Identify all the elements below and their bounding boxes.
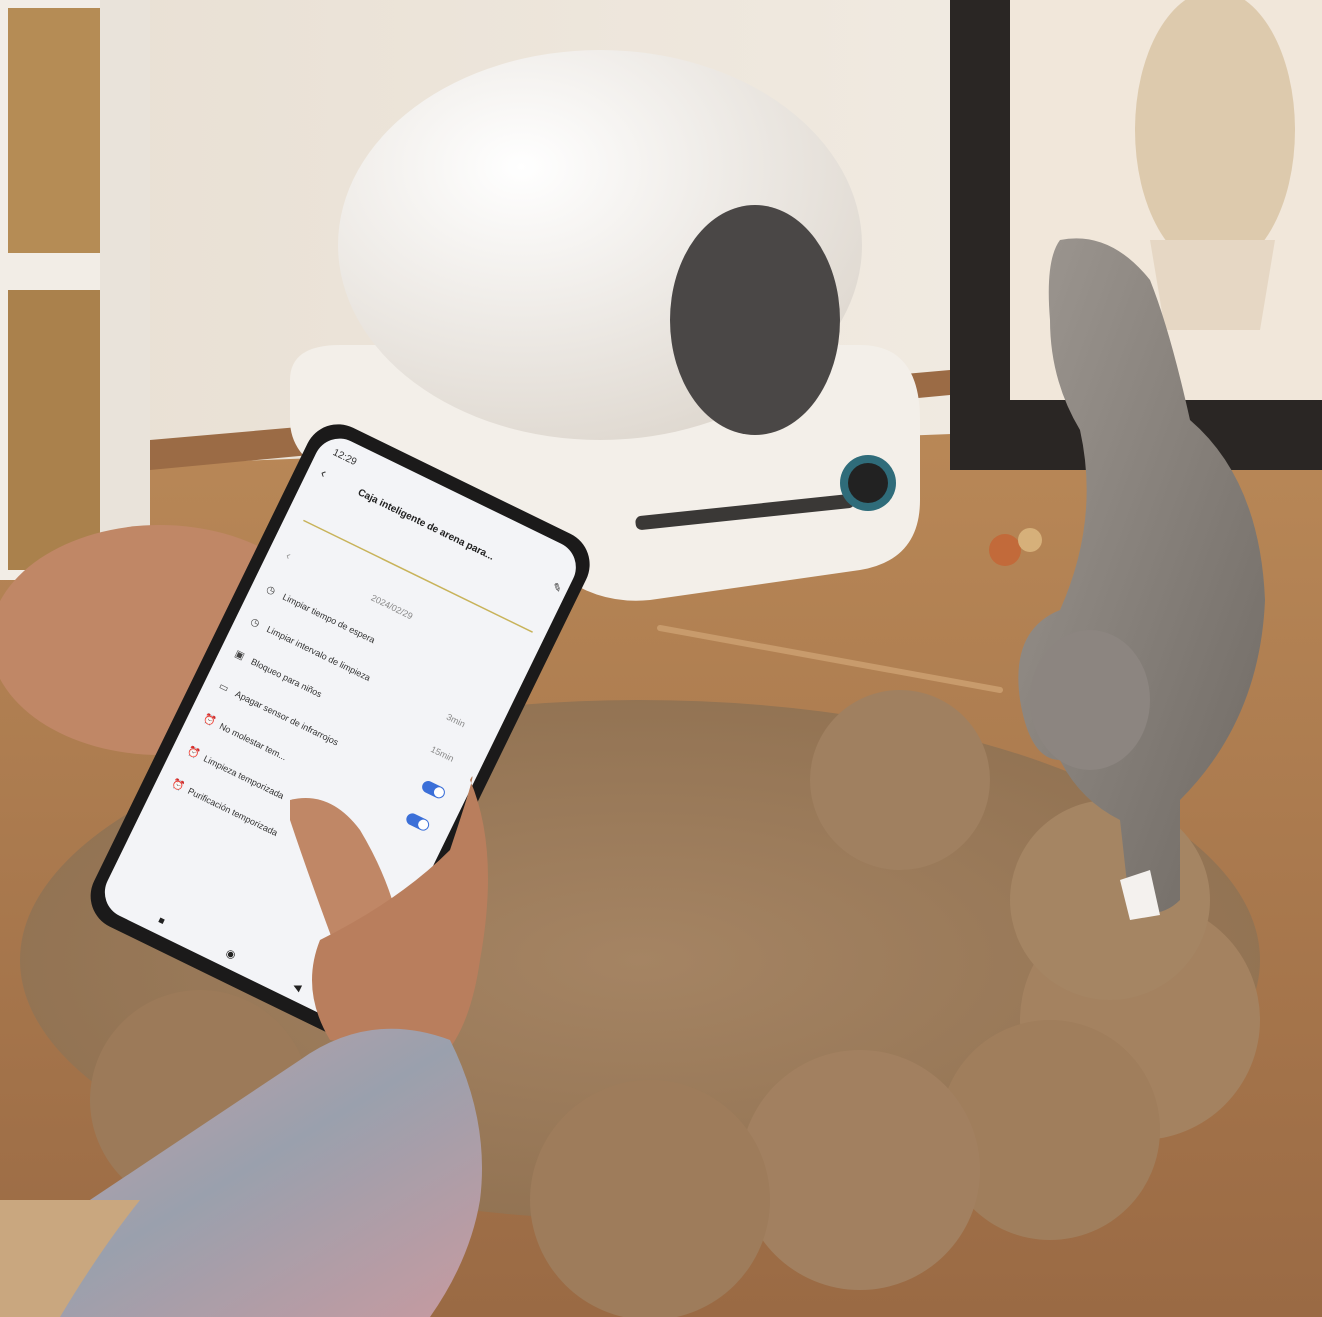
scene: 12:29 ‹ Caja inteligente de arena para..… bbox=[0, 0, 1322, 1317]
wicker-shelf bbox=[0, 0, 150, 580]
litter-box-opening bbox=[670, 205, 840, 435]
toy-ball bbox=[989, 534, 1021, 566]
